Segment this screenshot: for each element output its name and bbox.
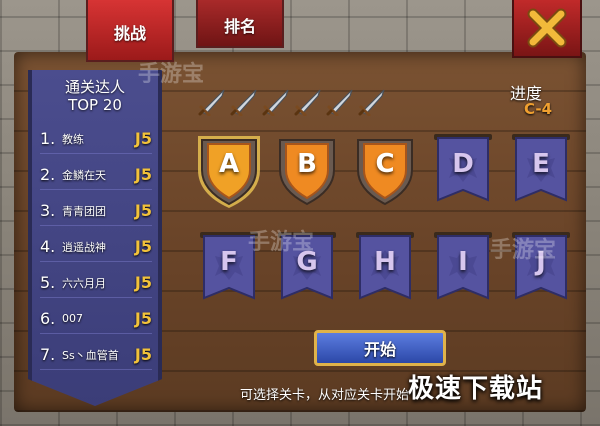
close-x-icon bbox=[527, 8, 567, 48]
stage-b-shield[interactable]: B bbox=[274, 130, 340, 210]
close-button[interactable] bbox=[512, 0, 582, 58]
leaderboard-row: 7. Ss丶血管首 J5 bbox=[40, 340, 152, 370]
watermark-site: 极速下载站 bbox=[408, 374, 544, 404]
player-level: J5 bbox=[134, 201, 152, 220]
tab-ranking-label: 排名 bbox=[223, 17, 256, 36]
rank-number: 5. bbox=[40, 273, 56, 292]
leaderboard-row: 2. 金鳞在天 J5 bbox=[40, 160, 152, 190]
tab-challenge-label: 挑战 bbox=[113, 24, 146, 43]
stage-letter: A bbox=[218, 149, 240, 179]
player-level: J5 bbox=[134, 237, 152, 256]
leaderboard-row: 6. 007 J5 bbox=[40, 304, 152, 334]
rank-number: 4. bbox=[40, 237, 56, 256]
stage-c-shield[interactable]: C bbox=[352, 130, 418, 210]
tab-challenge[interactable]: 挑战 bbox=[86, 0, 174, 62]
player-level: J5 bbox=[134, 309, 152, 328]
player-name: Ss丶血管首 bbox=[62, 348, 119, 362]
player-name: 逍遥战神 bbox=[62, 240, 106, 254]
player-name: 六六月月 bbox=[62, 276, 106, 290]
player-name: 教练 bbox=[62, 132, 84, 146]
leaderboard-row: 5. 六六月月 J5 bbox=[40, 268, 152, 298]
sword-icon bbox=[358, 89, 385, 116]
player-level: J5 bbox=[134, 165, 152, 184]
player-level: J5 bbox=[134, 129, 152, 148]
watermark-brand-3: 手游宝 bbox=[490, 238, 557, 263]
sword-icon bbox=[198, 89, 225, 116]
start-button[interactable]: 开始 bbox=[314, 330, 446, 366]
stage-a-shield[interactable]: A bbox=[196, 130, 262, 210]
stage-letter: F bbox=[220, 247, 238, 277]
sword-icon bbox=[230, 89, 257, 116]
sword-icon bbox=[294, 89, 321, 116]
player-name: 金鳞在天 bbox=[62, 168, 106, 182]
leaderboard-title-line2: TOP 20 bbox=[68, 96, 122, 114]
sword-icon bbox=[326, 89, 353, 116]
stage-letter: I bbox=[458, 247, 468, 277]
tab-ranking[interactable]: 排名 bbox=[196, 0, 284, 48]
leaderboard-row: 1. 教练 J5 bbox=[40, 124, 152, 154]
player-name: 青青团团 bbox=[62, 204, 106, 218]
attempt-swords bbox=[198, 88, 388, 116]
stage-d-banner: D bbox=[430, 130, 496, 210]
player-level: J5 bbox=[134, 345, 152, 364]
watermark-brand-2: 手游宝 bbox=[248, 230, 315, 255]
stage-h-banner: H bbox=[352, 228, 418, 308]
progress-value: C-4 bbox=[524, 100, 553, 118]
rank-number: 2. bbox=[40, 165, 56, 184]
rank-number: 6. bbox=[40, 309, 56, 328]
stage-i-banner: I bbox=[430, 228, 496, 308]
leaderboard-row: 4. 逍遥战神 J5 bbox=[40, 232, 152, 262]
rank-number: 3. bbox=[40, 201, 56, 220]
sword-icon bbox=[262, 89, 289, 116]
player-name: 007 bbox=[62, 312, 83, 325]
rank-number: 1. bbox=[40, 129, 56, 148]
stage-letter: B bbox=[297, 149, 317, 179]
stage-letter: H bbox=[374, 247, 396, 277]
stage-e-banner: E bbox=[508, 130, 574, 210]
stage-letter: C bbox=[375, 149, 395, 179]
leaderboard-row: 3. 青青团团 J5 bbox=[40, 196, 152, 226]
rank-number: 7. bbox=[40, 345, 56, 364]
stage-letter: D bbox=[452, 149, 474, 179]
player-level: J5 bbox=[134, 273, 152, 292]
stage-letter: E bbox=[532, 149, 550, 179]
watermark-brand-1: 手游宝 bbox=[138, 62, 205, 87]
